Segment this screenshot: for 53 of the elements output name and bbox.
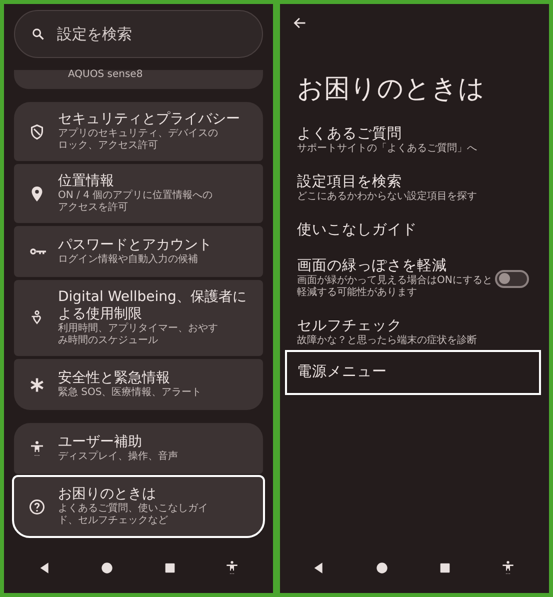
settings-item[interactable]: Digital Wellbeing、保護者による使用制限 利用時間、アプリタイマー、おやすみ時間のスケジュール [14,280,263,356]
item-subtitle: 画面が緑がかって見える場合はONにすると軽減する可能性があります [297,275,494,299]
item-title: パスワードとアカウント [58,237,212,254]
asterisk-icon [28,376,46,394]
settings-card[interactable]: AQUOS sense8 [14,70,263,89]
item-title: 画面の緑っぽさを軽減 [297,258,448,275]
card-subtitle: AQUOS sense8 [68,70,143,80]
back-arrow-icon[interactable] [293,16,307,30]
home-button[interactable] [99,560,116,576]
item-title: 電源メニュー [297,364,388,381]
item-subtitle: ディスプレイ、操作、音声 [58,451,178,463]
item-subtitle: ログイン情報や自動入力の候補 [58,254,199,266]
key-icon [28,248,46,255]
accessibility-icon [28,440,46,458]
item-title: 位置情報 [58,173,115,190]
page-title: お困りのときは [297,74,486,104]
item-subtitle: ON / 4 個のアプリに位置情報へのアクセスを許可 [58,190,214,214]
item-subtitle: アプリのセキュリティ、デバイスのロック、アクセス許可 [58,128,219,152]
menu-item[interactable]: 電源メニュー [287,352,539,393]
item-title: 使いこなしガイド [297,222,418,239]
menu-item[interactable]: セルフチェック 故障かな？と思ったら端末の症状を診断 [287,318,539,347]
item-title: ユーザー補助 [58,434,143,450]
item-title: セルフチェック [297,318,403,334]
settings-item[interactable]: 位置情報 ON / 4 個のアプリに位置情報へのアクセスを許可 [14,164,263,223]
menu-item[interactable]: 使いこなしガイド [287,222,539,239]
settings-item[interactable]: お困りのときは よくあるご質問、使いこなしガイド、セルフチェックなど [14,477,263,536]
item-subtitle: 利用時間、アプリタイマー、おやすみ時間のスケジュール [58,323,219,347]
settings-item[interactable]: セキュリティとプライバシー アプリのセキュリティ、デバイスのロック、アクセス許可 [14,102,263,161]
item-subtitle: 緊急 SOS、医療情報、アラート [58,387,202,399]
item-title: Digital Wellbeing、保護者による使用制限 [58,289,248,322]
shield-icon [28,122,46,140]
item-subtitle: どこにあるかわからない設定項目を探す [297,191,478,203]
item-title: セキュリティとプライバシー [58,111,240,128]
item-subtitle: よくあるご質問、使いこなしガイド、セルフチェックなど [58,503,209,527]
menu-item[interactable]: よくあるご質問 サポートサイトの「よくあるご質問」へ [287,126,539,155]
search-icon [31,27,45,41]
menu-item[interactable]: 画面の緑っぽさを軽減 画面が緑がかって見える場合はONにすると軽減する可能性があります [287,258,539,299]
home-button[interactable] [374,560,390,576]
accessibility-button[interactable] [500,560,516,576]
help-icon [28,498,46,516]
item-title: お困りのときは [58,486,157,502]
settings-item[interactable]: パスワードとアカウント ログイン情報や自動入力の候補 [14,226,263,277]
settings-item[interactable]: 安全性と緊急情報 緊急 SOS、医療情報、アラート [14,359,263,410]
search-field[interactable]: 設定を検索 [14,10,263,58]
accessibility-button[interactable] [224,560,240,576]
item-subtitle: サポートサイトの「よくあるご質問」へ [297,143,478,155]
item-title: よくあるご質問 [297,126,403,142]
toggle-switch[interactable] [495,270,529,288]
item-subtitle: 故障かな？と思ったら端末の症状を診断 [297,335,478,347]
item-title: 安全性と緊急情報 [58,370,171,386]
settings-item[interactable]: ユーザー補助 ディスプレイ、操作、音声 [14,423,263,474]
item-title: 設定項目を検索 [297,174,403,191]
menu-item[interactable]: 設定項目を検索 どこにあるかわからない設定項目を探す [287,174,539,203]
